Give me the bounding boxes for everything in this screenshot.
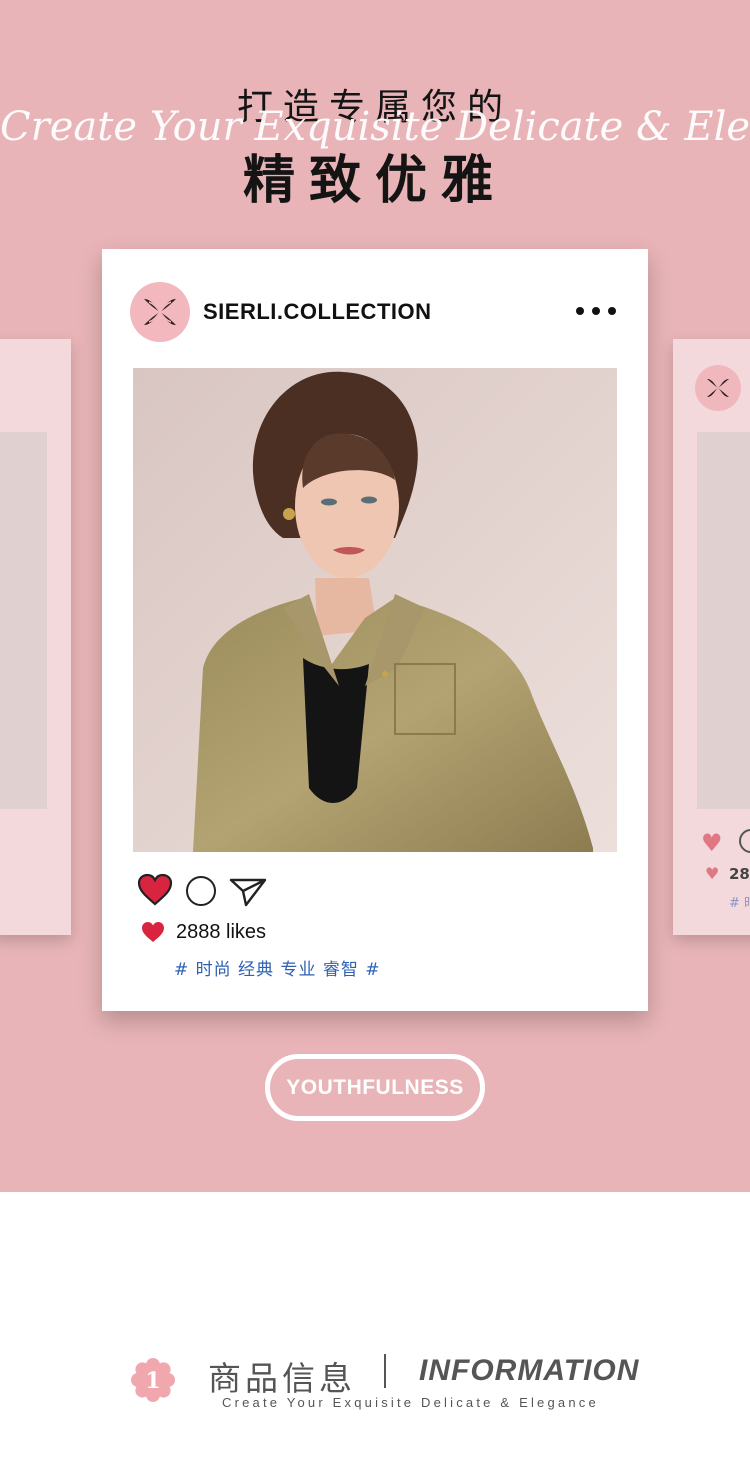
flower-number-badge: 1	[131, 1358, 175, 1402]
share-icon[interactable]	[228, 876, 268, 908]
sierli-logo-icon	[695, 365, 741, 411]
heart-icon[interactable]	[137, 873, 173, 907]
hero-section: 打造专属您的 Create Your Exquisite Delicate & …	[0, 0, 750, 1192]
svg-text:1: 1	[145, 1368, 160, 1394]
side-card-right: ♥ ♥ 28 # 时	[673, 339, 750, 935]
section-subtitle: Create Your Exquisite Delicate & Eleganc…	[222, 1395, 599, 1410]
side-likes-count: 28	[729, 865, 750, 883]
heart-icon: ♥	[705, 864, 720, 883]
side-card-left	[0, 339, 71, 935]
heart-icon	[142, 922, 164, 942]
youthfulness-button[interactable]: YOUTHFULNESS	[265, 1054, 485, 1121]
section-title-en: INFORMATION	[419, 1354, 640, 1387]
section-title-cn: 商品信息	[208, 1359, 356, 1398]
comment-icon	[739, 829, 750, 853]
side-card-photo	[697, 432, 750, 809]
side-tags: # 时	[729, 896, 750, 911]
account-username[interactable]: SIERLI.COLLECTION	[203, 299, 432, 325]
hashtags[interactable]: # 时尚 经典 专业 睿智 #	[174, 955, 381, 980]
comment-icon[interactable]	[186, 876, 216, 906]
section-divider	[384, 1354, 386, 1388]
heart-icon: ♥	[701, 829, 723, 857]
likes-count[interactable]: 2888 likes	[176, 921, 266, 944]
post-card: SIERLI.COLLECTION 2888 likes # 时尚 经典 专业 …	[102, 249, 648, 1011]
sierli-logo-icon[interactable]	[130, 282, 190, 342]
side-card-photo	[0, 432, 47, 809]
more-options-icon[interactable]	[576, 307, 616, 317]
headline-main: 精致优雅	[242, 151, 507, 211]
post-photo	[133, 368, 617, 852]
